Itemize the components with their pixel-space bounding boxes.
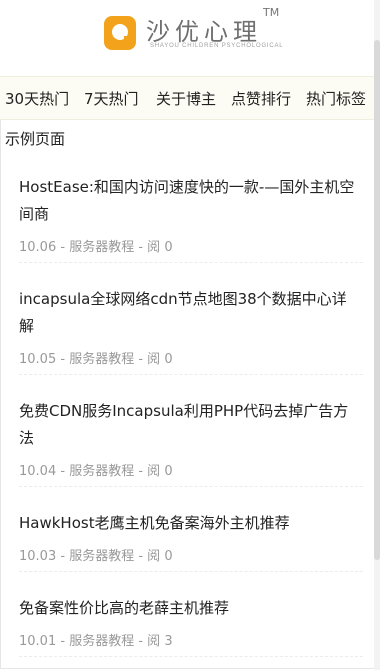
post-title-link[interactable]: incapsula全球网络cdn节点地图38个数据中心详解 [19,286,359,340]
post-meta: 10.04 - 服务器教程 - 阅 0 [19,464,173,479]
post-category-link[interactable]: 服务器教程 [69,352,134,367]
post-date: 10.04 [19,464,57,479]
nav-item-7day-hot[interactable]: 7天热门 [84,88,139,109]
brand-name-cn: 沙优心理 [146,18,262,46]
post-item: incapsula全球网络cdn节点地图38个数据中心详解 10.05 - 服务… [19,286,363,375]
nav-item-hot-tags[interactable]: 热门标签 [306,88,366,109]
post-category-link[interactable]: 服务器教程 [69,634,134,649]
read-count: 0 [164,549,173,564]
post-category-link[interactable]: 服务器教程 [69,464,134,479]
post-meta: 10.06 - 服务器教程 - 阅 0 [19,240,173,255]
post-item: HostEase:和国内访问速度快的一款-—国外主机空间商 10.06 - 服务… [19,174,363,263]
post-date: 10.01 [19,634,57,649]
read-count: 0 [164,352,173,367]
nav-item-30day-hot[interactable]: 30天热门 [5,88,69,109]
brand-name-en: SHAYOU CHILDREN PSYCHOLOGICAL [150,43,284,49]
read-label: 阅 [147,634,161,649]
post-date: 10.05 [19,352,57,367]
read-label: 阅 [147,464,161,479]
post-title-link[interactable]: HostEase:和国内访问速度快的一款-—国外主机空间商 [19,174,359,228]
read-label: 阅 [147,240,161,255]
post-date: 10.06 [19,240,57,255]
post-meta: 10.03 - 服务器教程 - 阅 0 [19,549,173,564]
post-meta: 10.01 - 服务器教程 - 阅 3 [19,634,173,649]
read-label: 阅 [147,352,161,367]
scrollbar[interactable] [374,0,380,670]
post-date: 10.03 [19,549,57,564]
post-title-link[interactable]: 免费CDN服务Incapsula利用PHP代码去掉广告方法 [19,398,359,452]
nav-item-likes-rank[interactable]: 点赞排行 [231,88,291,109]
scrollbar-thumb[interactable] [374,40,380,560]
read-count: 3 [164,634,173,649]
post-item: 免费CDN服务Incapsula利用PHP代码去掉广告方法 10.04 - 服务… [19,398,363,487]
post-category-link[interactable]: 服务器教程 [69,240,134,255]
main-nav: 30天热门 7天热门 关于博主 点赞排行 热门标签 [0,76,374,120]
read-count: 0 [164,240,173,255]
post-title-link[interactable]: HawkHost老鹰主机免备案海外主机推荐 [19,510,359,537]
post-category-link[interactable]: 服务器教程 [69,549,134,564]
post-title-link[interactable]: 免备案性价比高的老薛主机推荐 [19,595,359,622]
post-item: HawkHost老鹰主机免备案海外主机推荐 10.03 - 服务器教程 - 阅 … [19,510,363,572]
read-count: 0 [164,464,173,479]
nav-item-about[interactable]: 关于博主 [156,88,216,109]
post-item: 免备案性价比高的老薛主机推荐 10.01 - 服务器教程 - 阅 3 [19,595,363,657]
site-header: 沙优心理 TM SHAYOU CHILDREN PSYCHOLOGICAL [0,0,374,76]
page-link-example[interactable]: 示例页面 [5,128,65,149]
post-meta: 10.05 - 服务器教程 - 阅 0 [19,352,173,367]
read-label: 阅 [147,549,161,564]
q-logo-icon [104,16,136,50]
trademark-mark: TM [263,6,280,19]
